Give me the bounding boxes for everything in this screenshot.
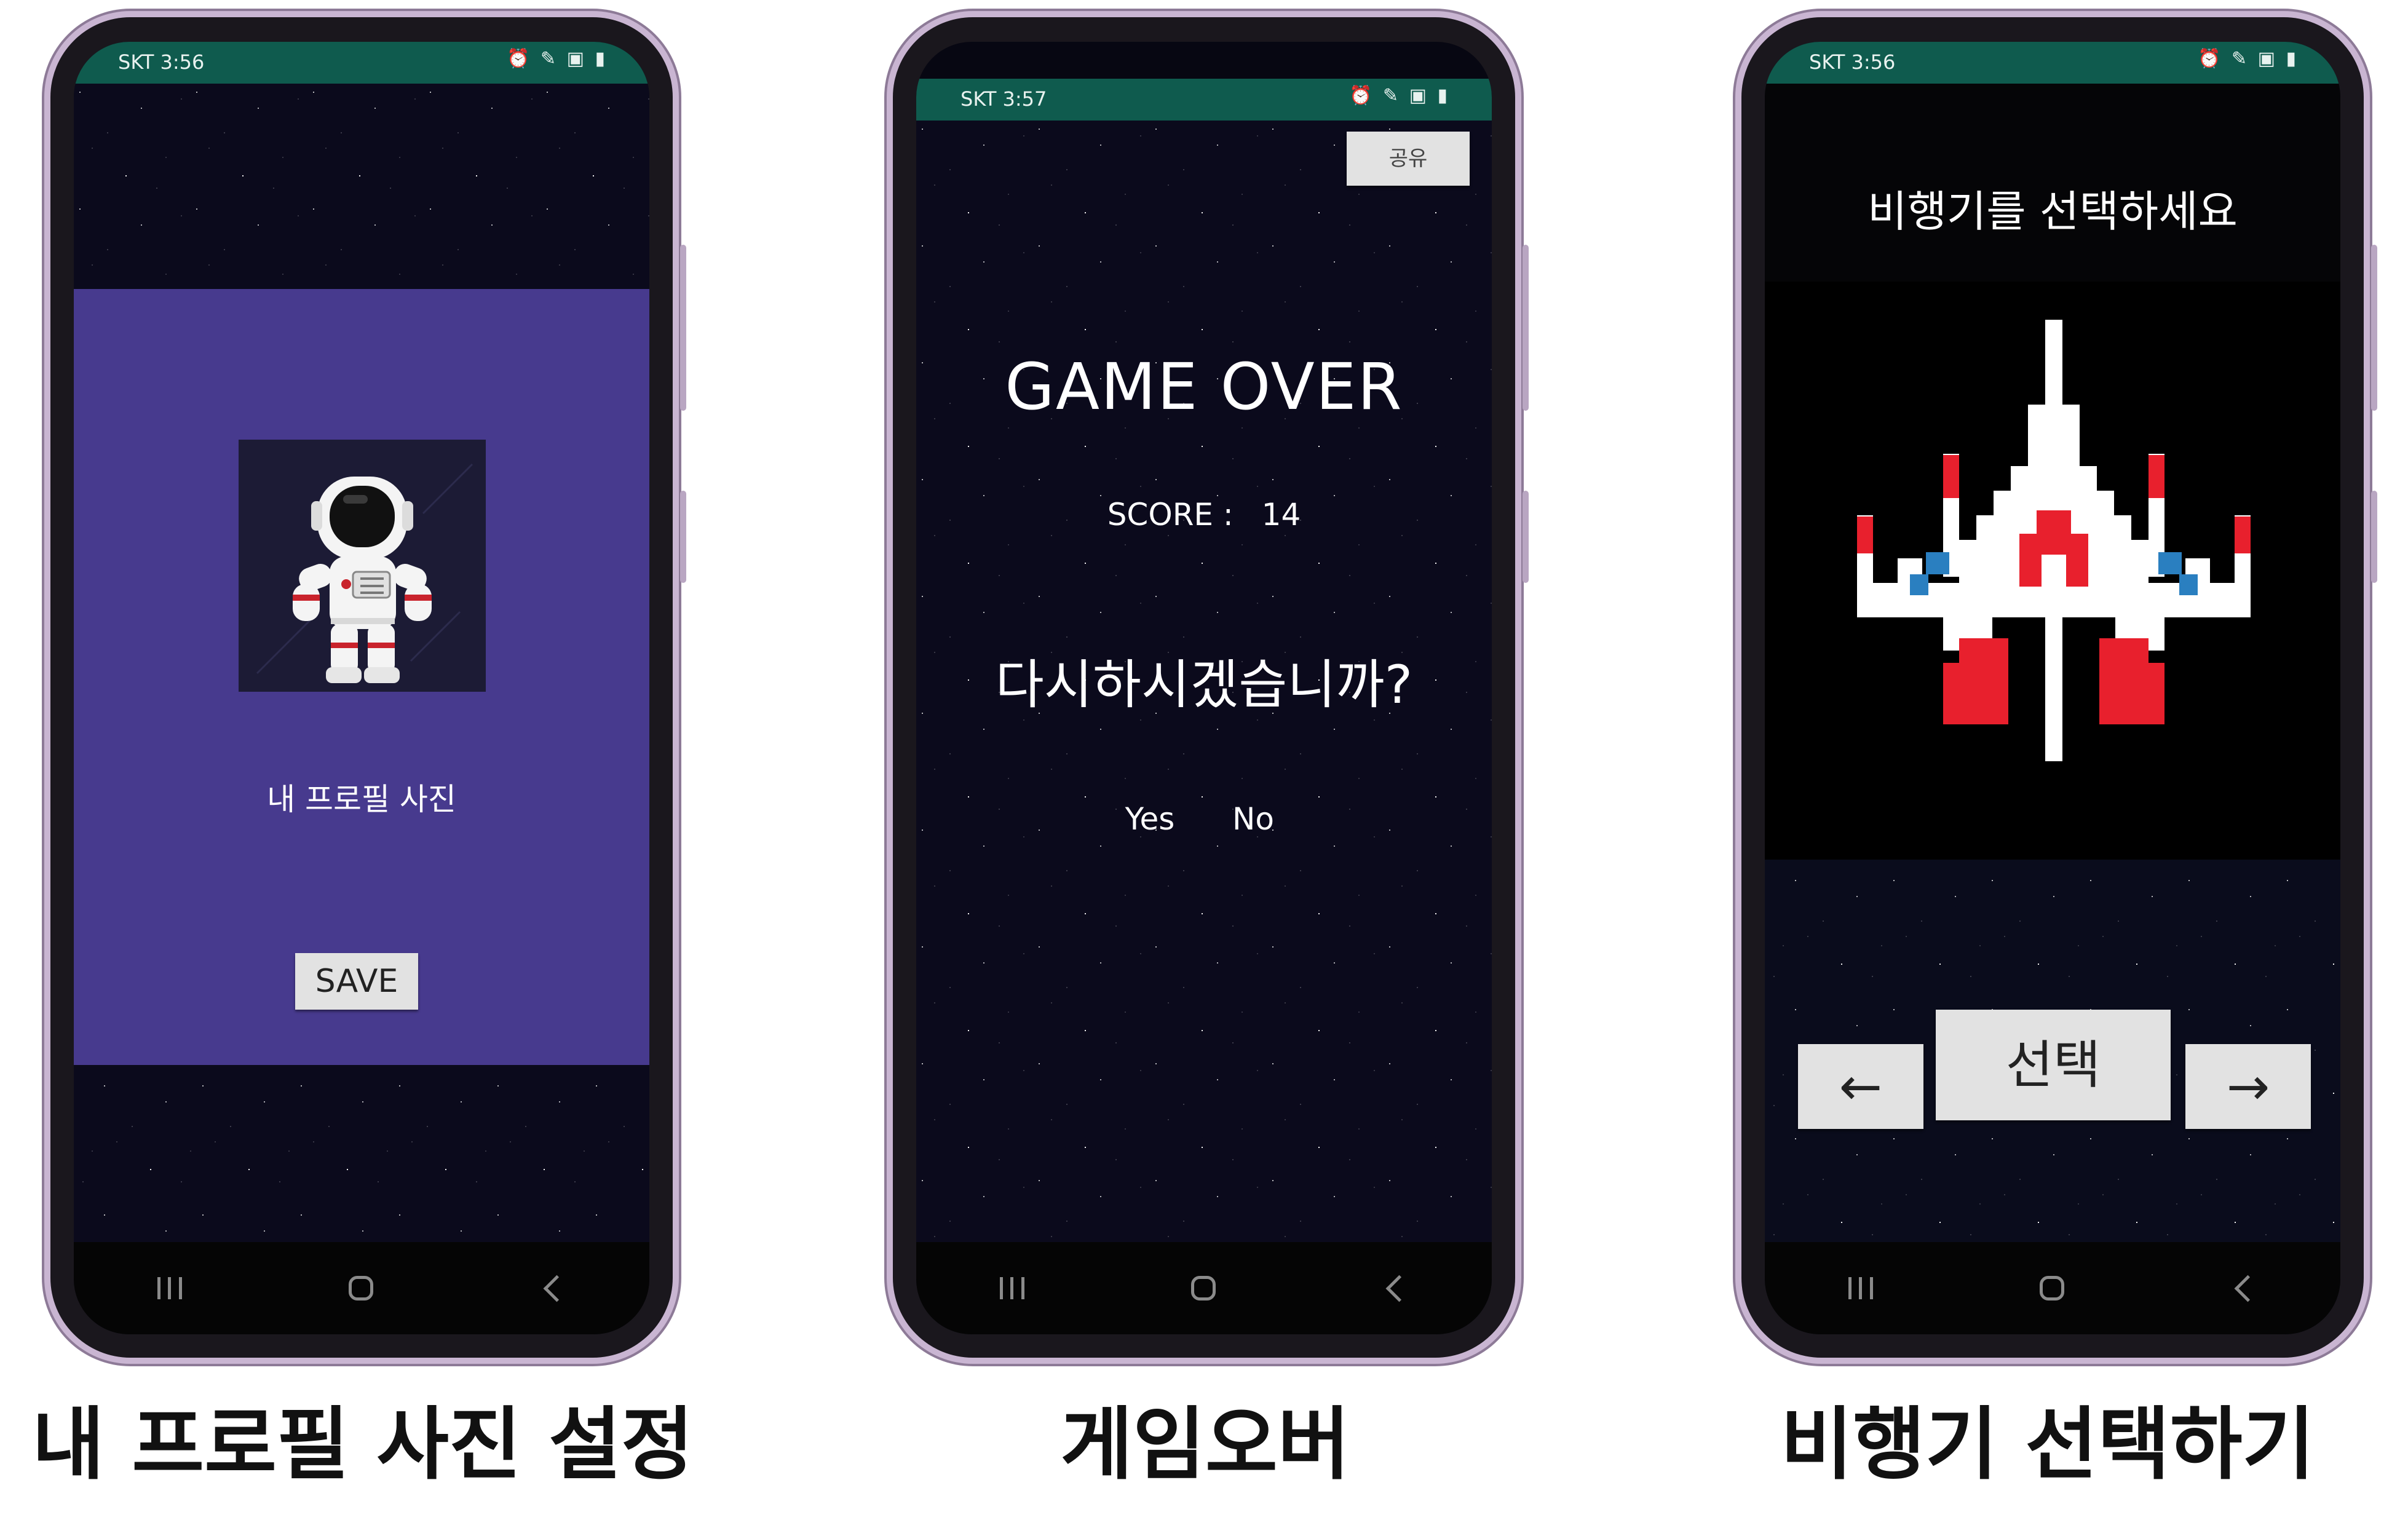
game-over-title: GAME OVER	[1005, 349, 1403, 424]
phone-game-over: SKT 3:57 ⏰ ✎ ▣ ▮ 공유 GAME OVER SCORE : 14…	[893, 17, 1529, 1358]
profile-label: 내 프로필 사진	[267, 782, 456, 817]
score-value: 14	[1261, 497, 1301, 532]
save-button[interactable]: SAVE	[295, 953, 418, 1010]
status-bar: SKT 3:57 ⏰ ✎ ▣ ▮	[916, 79, 1492, 121]
score-row: SCORE : 14	[916, 497, 1492, 532]
carrier-time: SKT 3:56	[1809, 50, 1896, 74]
astronaut-icon	[256, 463, 473, 683]
back-icon[interactable]	[1385, 1275, 1412, 1302]
carrier-time: SKT 3:56	[118, 50, 205, 74]
select-heading: 비행기를 선택하세요	[1867, 186, 2238, 237]
carrier-time: SKT 3:57	[960, 87, 1047, 111]
status-bar: SKT 3:56 ⏰ ✎ ▣ ▮	[74, 42, 649, 84]
recent-apps-icon[interactable]	[999, 1277, 1024, 1299]
caption-profile: 내 프로필 사진 설정	[32, 1399, 694, 1490]
home-icon[interactable]	[2039, 1276, 2064, 1300]
yes-option[interactable]: Yes	[1113, 801, 1187, 837]
status-bar: SKT 3:56 ⏰ ✎ ▣ ▮	[1765, 42, 2340, 84]
status-icons: ⏰ ✎ ▣ ▮	[2198, 48, 2299, 69]
score-label: SCORE :	[1107, 497, 1234, 532]
screen-select-plane: SKT 3:56 ⏰ ✎ ▣ ▮ 비행기를 선택하세요 ← 선택 →	[1765, 42, 2340, 1334]
next-plane-button[interactable]: →	[2185, 1044, 2311, 1129]
back-icon[interactable]	[2234, 1275, 2261, 1302]
phone-profile: SKT 3:56 ⏰ ✎ ▣ ▮ 내 프로필 사진 SAVE	[50, 17, 686, 1358]
caption-game-over: 게임오버	[1060, 1399, 1350, 1490]
retry-question: 다시하시겠습니까?	[995, 654, 1413, 716]
starfield-top	[74, 84, 649, 289]
status-icons: ⏰ ✎ ▣ ▮	[507, 48, 608, 69]
status-icons: ⏰ ✎ ▣ ▮	[1349, 85, 1450, 106]
navigation-bar	[74, 1242, 649, 1334]
screen-game-over: SKT 3:57 ⏰ ✎ ▣ ▮ 공유 GAME OVER SCORE : 14…	[916, 42, 1492, 1334]
home-icon[interactable]	[1190, 1276, 1216, 1300]
share-button[interactable]: 공유	[1347, 132, 1470, 186]
no-option[interactable]: No	[1222, 801, 1284, 837]
home-icon[interactable]	[348, 1276, 373, 1300]
plane-preview	[1765, 282, 2340, 860]
profile-panel: 내 프로필 사진 SAVE	[74, 289, 649, 1065]
select-plane-button[interactable]: 선택	[1936, 1010, 2171, 1120]
previous-plane-button[interactable]: ←	[1798, 1044, 1923, 1129]
navigation-bar	[1765, 1242, 2340, 1334]
fighter-plane-icon	[1857, 320, 2251, 761]
recent-apps-icon[interactable]	[1848, 1277, 1873, 1299]
navigation-bar	[916, 1242, 1492, 1334]
screen-profile: SKT 3:56 ⏰ ✎ ▣ ▮ 내 프로필 사진 SAVE	[74, 42, 649, 1334]
profile-avatar[interactable]	[239, 440, 486, 692]
starfield-bottom	[74, 1065, 649, 1242]
phone-select-plane: SKT 3:56 ⏰ ✎ ▣ ▮ 비행기를 선택하세요 ← 선택 →	[1741, 17, 2377, 1358]
back-icon[interactable]	[543, 1275, 570, 1302]
recent-apps-icon[interactable]	[157, 1277, 182, 1299]
caption-select-plane: 비행기 선택하기	[1780, 1399, 2315, 1490]
